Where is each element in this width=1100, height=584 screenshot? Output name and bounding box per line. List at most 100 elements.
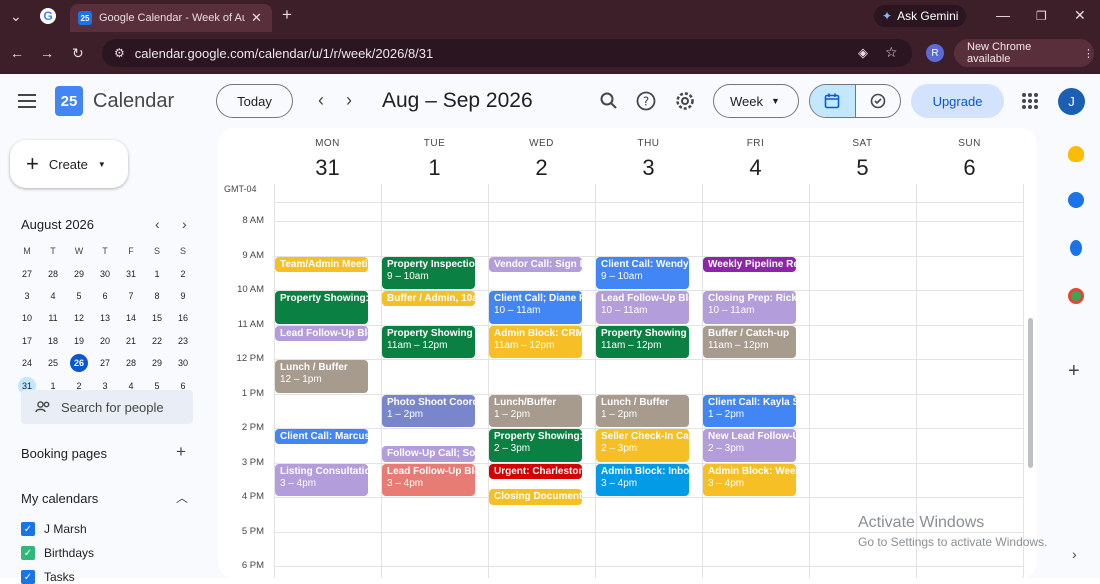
mini-day[interactable]: 28 — [40, 269, 66, 279]
calendar-event[interactable]: Client Call: Kayla S1 – 2pm — [703, 394, 796, 427]
mini-day[interactable]: 27 — [14, 269, 40, 279]
day-header[interactable]: WED 2 — [488, 128, 595, 202]
day-header[interactable]: MON 31 — [274, 128, 381, 202]
tasks-view-icon[interactable] — [854, 85, 900, 117]
mini-day[interactable]: 3 — [14, 291, 40, 301]
calendar-event[interactable]: Lead Follow-Up Block10 – 11am — [596, 291, 689, 324]
help-icon[interactable]: ? — [634, 89, 658, 113]
mini-day[interactable]: 20 — [92, 336, 118, 346]
mini-day[interactable]: 13 — [92, 313, 118, 323]
calendar-event[interactable]: Weekly Pipeline Review — [703, 256, 796, 272]
day-header[interactable]: SUN 6 — [916, 128, 1023, 202]
account-avatar[interactable]: J — [1058, 88, 1085, 115]
mini-day[interactable]: 10 — [14, 313, 40, 323]
calendar-event[interactable]: Client Call: Marcus — [275, 429, 368, 445]
calendar-event[interactable]: Client Call: Wendy 9 – 10am — [596, 256, 689, 289]
calendar-item-tasks[interactable]: ✓ Tasks — [21, 570, 75, 584]
calendar-event[interactable]: Vendor Call: Sign Install — [489, 256, 582, 272]
checkbox-icon[interactable]: ✓ — [21, 546, 35, 560]
calendar-event[interactable]: Closing Prep: Ricky 10 – 11am — [703, 291, 796, 324]
maps-icon[interactable] — [1068, 288, 1084, 304]
mini-day[interactable]: 31 — [118, 269, 144, 279]
ask-gemini-button[interactable]: ✦ Ask Gemini — [874, 5, 966, 27]
view-selector[interactable]: Week ▼ — [713, 84, 799, 118]
mini-day[interactable]: 29 — [66, 269, 92, 279]
mini-day[interactable]: 30 — [170, 358, 196, 368]
tab-search-icon[interactable]: ⌄ — [10, 9, 22, 23]
mini-day[interactable]: 28 — [118, 358, 144, 368]
my-calendars-heading[interactable]: My calendars — [21, 491, 98, 506]
calendar-event[interactable]: Listing Consultation 3 – 4pm — [275, 463, 368, 496]
calendar-event[interactable]: Closing Document — [489, 489, 582, 505]
mini-day[interactable]: 6 — [92, 291, 118, 301]
calendar-item-birthdays[interactable]: ✓ Birthdays — [21, 546, 94, 560]
calendar-event[interactable]: Photo Shoot Coordination1 – 2pm — [382, 394, 475, 427]
calendar-event[interactable]: Follow-Up Call; So — [382, 446, 475, 462]
mini-day[interactable]: 8 — [144, 291, 170, 301]
settings-icon[interactable] — [673, 89, 697, 113]
collapse-icon[interactable]: ︿ — [176, 489, 188, 506]
chrome-profile-avatar[interactable]: R — [926, 44, 944, 62]
browser-tab[interactable]: 25 Google Calendar - Week of August 31, … — [70, 4, 272, 32]
mini-day[interactable]: 7 — [118, 291, 144, 301]
calendar-event[interactable]: Client Call; Diane R 10 – 11am — [489, 291, 582, 324]
mini-day[interactable]: 23 — [170, 336, 196, 346]
mini-day[interactable]: 30 — [92, 269, 118, 279]
calendar-event[interactable]: Lead Follow-Up Block3 – 4pm — [382, 463, 475, 496]
tasks-icon[interactable] — [1068, 192, 1084, 208]
mini-prev-month-icon[interactable]: ‹ — [155, 216, 160, 232]
add-icon[interactable]: + — [1068, 360, 1080, 383]
calendar-event[interactable]: Lunch/Buffer 1 – 2pm — [489, 394, 582, 427]
today-button[interactable]: Today — [216, 84, 293, 118]
checkbox-icon[interactable]: ✓ — [21, 522, 35, 536]
keep-icon[interactable] — [1068, 146, 1084, 162]
upgrade-button[interactable]: Upgrade — [911, 84, 1004, 118]
calendar-event[interactable]: Lunch / Buffer 12 – 1pm — [275, 360, 368, 393]
mini-day[interactable]: 11 — [40, 313, 66, 323]
mini-day[interactable]: 16 — [170, 313, 196, 323]
apps-grid-icon[interactable] — [1022, 93, 1038, 109]
calendar-event[interactable]: Seller Check-In Call 2 – 3pm — [596, 429, 689, 462]
calendar-event[interactable]: Admin Block: CRM 11am – 12pm — [489, 325, 582, 358]
restore-icon[interactable]: ❐ — [1036, 9, 1047, 23]
mini-day[interactable]: 9 — [170, 291, 196, 301]
close-window-icon[interactable]: ✕ — [1074, 8, 1086, 22]
calendar-event[interactable]: Property Showing: 10am, West Ashley — [275, 291, 368, 324]
calendar-event[interactable]: Lead Follow-Up Block — [275, 325, 368, 341]
calendar-event[interactable]: New Lead Follow-Up2 – 3pm — [703, 429, 796, 462]
mini-day[interactable]: 26 — [66, 354, 92, 373]
day-header[interactable]: THU 3 — [595, 128, 702, 202]
mini-day[interactable]: 22 — [144, 336, 170, 346]
back-icon[interactable]: ← — [10, 46, 24, 60]
calendar-event[interactable]: Property Showing 11am – 12pm — [596, 325, 689, 358]
calendar-event[interactable]: Admin Block: Weekly3 – 4pm — [703, 463, 796, 496]
calendar-event[interactable]: Team/Admin Meeting — [275, 256, 368, 272]
mini-day[interactable]: 19 — [66, 336, 92, 346]
calendar-event[interactable]: Buffer / Catch-up 11am – 12pm — [703, 325, 796, 358]
mini-next-month-icon[interactable]: › — [182, 216, 187, 232]
mini-day[interactable]: 18 — [40, 336, 66, 346]
calendar-item-j-marsh[interactable]: ✓ J Marsh — [21, 522, 87, 536]
mini-day[interactable]: 21 — [118, 336, 144, 346]
contacts-icon[interactable] — [1070, 240, 1082, 256]
calendar-event[interactable]: Property Showing 11am – 12pm — [382, 325, 475, 358]
search-icon[interactable] — [597, 89, 621, 113]
eye-icon[interactable]: ◈ — [858, 45, 868, 61]
mini-day[interactable]: 4 — [40, 291, 66, 301]
mini-day[interactable]: 24 — [14, 358, 40, 368]
calendar-event[interactable]: Lunch / Buffer 1 – 2pm — [596, 394, 689, 427]
mini-day[interactable]: 2 — [170, 269, 196, 279]
previous-week-icon[interactable]: ‹ — [318, 90, 324, 111]
calendar-view-icon[interactable] — [810, 85, 855, 117]
reload-icon[interactable]: ↻ — [72, 46, 84, 60]
calendar-event[interactable]: Property Inspection 9 – 10am — [382, 256, 475, 289]
create-button[interactable]: + Create ▼ — [10, 140, 128, 188]
checkbox-icon[interactable]: ✓ — [21, 570, 35, 584]
expand-panel-icon[interactable]: › — [1072, 546, 1077, 562]
new-chrome-button[interactable]: New Chrome available ⋮ — [954, 39, 1094, 67]
calendar-event[interactable]: Buffer / Admin, 10am — [382, 291, 475, 307]
forward-icon[interactable]: → — [40, 46, 54, 60]
calendar-event[interactable]: Urgent: Charleston — [489, 463, 582, 479]
mini-day[interactable]: 17 — [14, 336, 40, 346]
mini-day[interactable]: 1 — [144, 269, 170, 279]
